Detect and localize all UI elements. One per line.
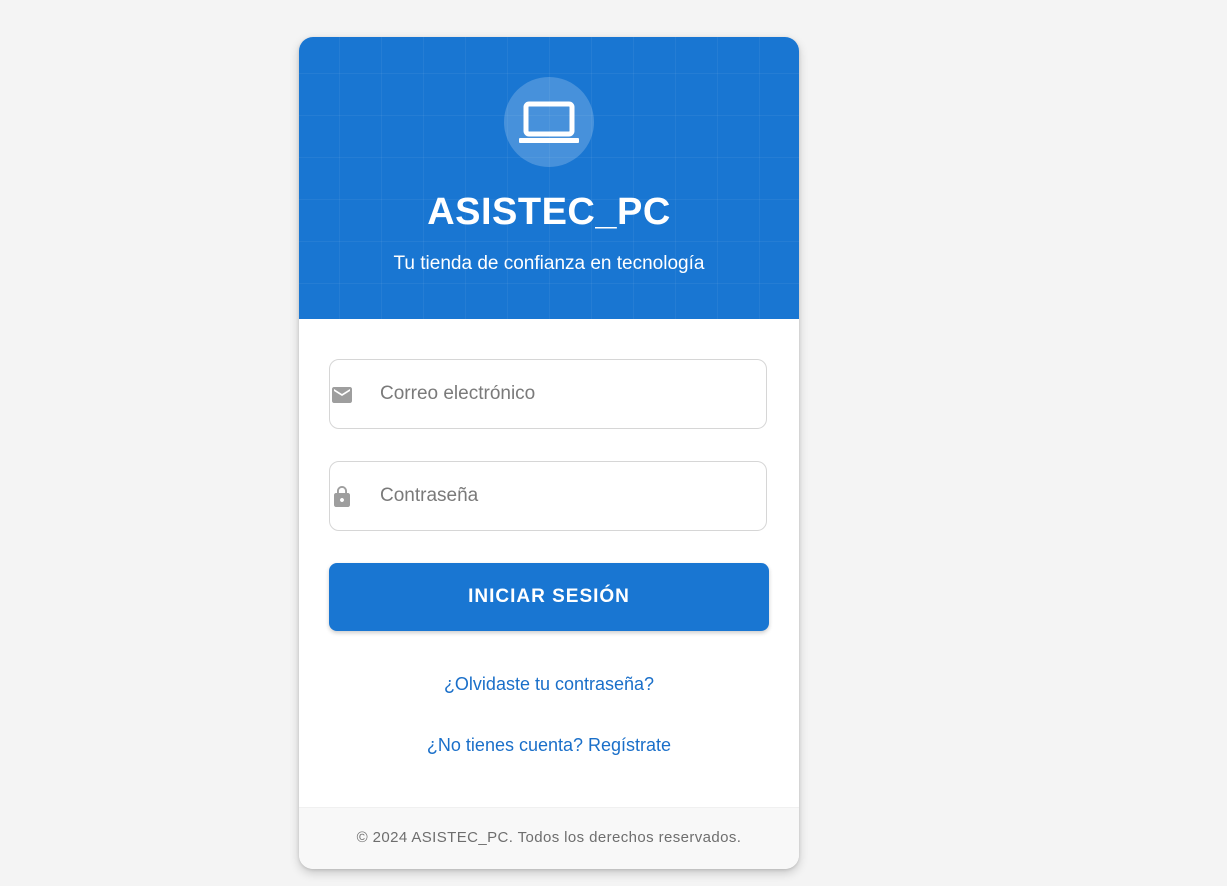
logo-badge: [504, 77, 594, 167]
register-row: ¿No tienes cuenta? Regístrate: [299, 733, 799, 757]
laptop-icon: [519, 101, 579, 143]
mail-icon: [332, 387, 352, 403]
login-footer: © 2024 ASISTEC_PC. Todos los derechos re…: [299, 807, 799, 869]
brand-subtitle: Tu tienda de confianza en tecnología: [393, 253, 705, 274]
email-field[interactable]: [329, 359, 767, 429]
register-link[interactable]: ¿No tienes cuenta? Regístrate: [427, 735, 671, 755]
password-field[interactable]: [329, 461, 767, 531]
lock-icon: [334, 486, 350, 507]
copyright-text: © 2024 ASISTEC_PC. Todos los derechos re…: [356, 829, 742, 846]
email-input[interactable]: [380, 360, 750, 428]
forgot-password-row: ¿Olvidaste tu contraseña?: [299, 672, 799, 696]
login-header: ASISTEC_PC Tu tienda de confianza en tec…: [299, 37, 799, 319]
brand-title: ASISTEC_PC: [427, 191, 671, 233]
forgot-password-link[interactable]: ¿Olvidaste tu contraseña?: [444, 674, 654, 694]
login-button[interactable]: INICIAR SESIÓN: [329, 563, 769, 631]
password-input[interactable]: [380, 462, 750, 530]
login-card: ASISTEC_PC Tu tienda de confianza en tec…: [299, 37, 799, 869]
